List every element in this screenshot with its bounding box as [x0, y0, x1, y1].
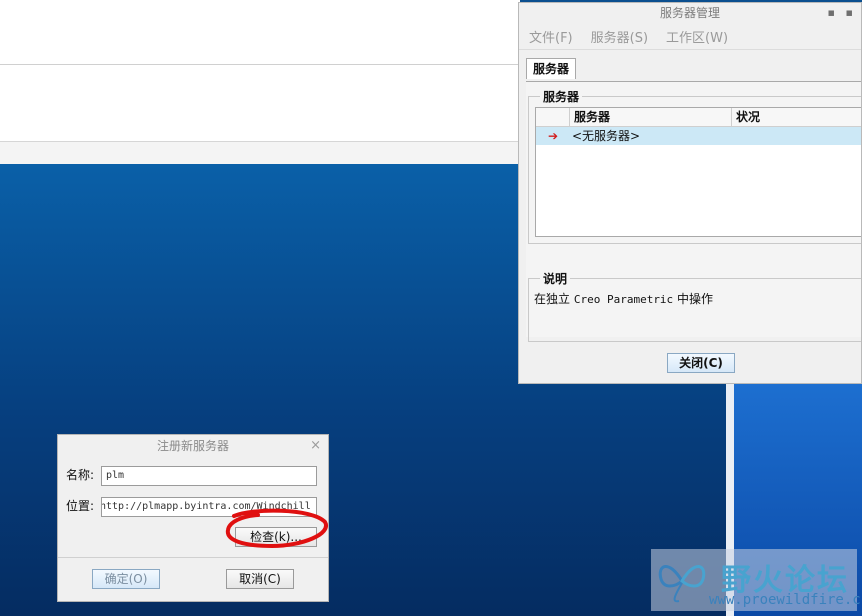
server-window-tabs: 服务器: [519, 56, 861, 79]
location-label: 位置:: [66, 499, 95, 513]
cancel-button[interactable]: 取消(C): [226, 569, 294, 589]
server-window-title: 服务器管理: [659, 6, 720, 20]
server-name-cell: <无服务器>: [572, 129, 641, 143]
close-button[interactable]: 关闭(C): [667, 353, 735, 373]
menu-server[interactable]: 服务器(S): [591, 27, 648, 46]
arrow-right-icon: ➔: [547, 129, 559, 143]
background-panel-middle: [0, 65, 520, 142]
watermark-url: www.proewildfire.cn: [709, 592, 862, 608]
server-status-cell: [732, 127, 861, 145]
table-row[interactable]: ➔ <无服务器>: [536, 127, 861, 145]
description-app: Creo Parametric: [573, 293, 674, 306]
server-table[interactable]: 服务器 状况 ➔ <无服务器>: [535, 107, 861, 237]
description-group-label: 说明: [540, 270, 571, 287]
maximize-icon[interactable]: ▪: [846, 3, 853, 23]
description-suffix: 中操作: [677, 292, 714, 306]
close-icon[interactable]: ×: [310, 435, 321, 457]
tab-servers[interactable]: 服务器: [526, 58, 577, 79]
column-status[interactable]: 状况: [732, 108, 861, 126]
servers-group-label: 服务器: [540, 88, 583, 105]
server-table-header: 服务器 状况: [536, 108, 861, 127]
minimize-icon[interactable]: ▪: [828, 3, 835, 23]
register-dialog-titlebar: 注册新服务器 ×: [58, 435, 328, 457]
dialog-separator: [58, 557, 328, 558]
description-group-box: [528, 278, 861, 342]
ok-button[interactable]: 确定(O): [92, 569, 160, 589]
register-dialog-title: 注册新服务器: [156, 439, 229, 453]
server-management-window: 服务器管理 ▪ ▪ 文件(F) 服务器(S) 工作区(W) 服务器 服务器 服务…: [518, 2, 862, 384]
name-input[interactable]: plm: [101, 466, 317, 486]
register-server-dialog: 注册新服务器 × 名称: plm 位置: http://plmapp.byint…: [57, 434, 329, 602]
name-label: 名称:: [66, 468, 95, 482]
forum-watermark: 野火论坛 www.proewildfire.cn: [651, 549, 862, 611]
column-marker: [536, 108, 570, 126]
server-tab-panel: 服务器 服务器 状况 ➔ <无服务器> 说明 在独立 Creo Parametr…: [526, 81, 861, 342]
description-text: 在独立 Creo Parametric 中操作: [534, 290, 713, 307]
menu-workspace[interactable]: 工作区(W): [666, 27, 728, 46]
butterfly-logo-icon: [658, 565, 706, 603]
background-app-window: [0, 0, 520, 165]
check-button[interactable]: 检查(k)...: [235, 527, 317, 547]
background-panel-top: [0, 0, 520, 65]
location-input[interactable]: http://plmapp.byintra.com/Windchill: [101, 497, 317, 517]
server-window-titlebar: 服务器管理 ▪ ▪: [519, 3, 861, 23]
column-server[interactable]: 服务器: [570, 108, 732, 126]
description-prefix: 在独立: [534, 292, 571, 306]
server-window-menubar: 文件(F) 服务器(S) 工作区(W): [519, 23, 861, 50]
menu-file[interactable]: 文件(F): [529, 27, 573, 46]
